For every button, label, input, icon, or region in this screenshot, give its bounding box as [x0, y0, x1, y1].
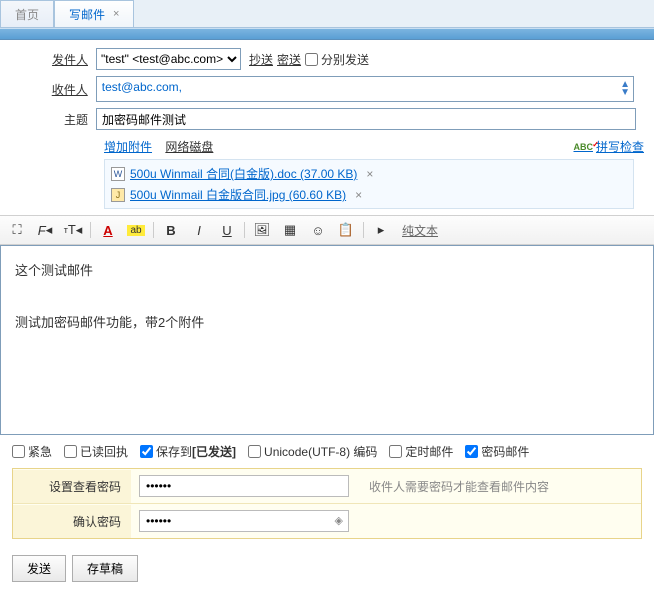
signature-icon[interactable]: 📋 — [335, 220, 357, 240]
encoding-label: Unicode(UTF-8) 编码 — [264, 443, 377, 460]
subject-label: 主题 — [10, 111, 96, 128]
password-mail-checkbox[interactable] — [465, 445, 478, 458]
sender-select[interactable]: "test" <test@abc.com> — [96, 48, 241, 70]
attachment-item: J 500u Winmail 白金版合同.jpg (60.60 KB) × — [111, 184, 627, 205]
recipient-label: 收件人 — [10, 81, 96, 98]
expand-icon[interactable]: ▸ — [370, 220, 392, 240]
confirm-password-label: 确认密码 — [13, 505, 131, 538]
header-bar — [0, 28, 654, 40]
recipient-input[interactable]: test@abc.com, — [96, 76, 634, 102]
table-icon[interactable]: ▦ — [279, 220, 301, 240]
separator — [363, 222, 364, 238]
recipient-down-icon[interactable]: ▼ — [620, 89, 630, 97]
remove-attachment-icon[interactable]: × — [351, 188, 366, 202]
remove-attachment-icon[interactable]: × — [362, 167, 377, 181]
saveto-checkbox[interactable] — [140, 445, 153, 458]
emoji-icon[interactable]: ☺ — [307, 220, 329, 240]
jpg-icon: J — [111, 188, 125, 202]
image-icon[interactable]: 🖼 — [251, 220, 273, 240]
tab-compose[interactable]: 写邮件 × — [54, 0, 134, 27]
font-size-icon[interactable]: тT◂ — [62, 220, 84, 240]
encoding-checkbox[interactable] — [248, 445, 261, 458]
view-password-input[interactable] — [139, 475, 349, 497]
plain-text-link[interactable]: 纯文本 — [402, 222, 438, 239]
send-options: 紧急 已读回执 保存到[已发送] Unicode(UTF-8) 编码 定时邮件 … — [0, 435, 654, 468]
fullscreen-icon[interactable]: ⛶ — [6, 220, 28, 240]
attachment-links: 增加附件 网络磁盘 — [104, 138, 223, 155]
receipt-checkbox[interactable] — [64, 445, 77, 458]
tab-home[interactable]: 首页 — [0, 0, 54, 27]
add-attachment-link[interactable]: 增加附件 — [104, 140, 152, 154]
send-button[interactable]: 发送 — [12, 555, 66, 582]
sender-label: 发件人 — [10, 51, 96, 68]
close-icon[interactable]: × — [113, 8, 119, 20]
scheduled-label: 定时邮件 — [405, 443, 453, 460]
tab-bar: 首页 写邮件 × — [0, 0, 654, 28]
password-mail-label: 密码邮件 — [481, 443, 529, 460]
underline-icon[interactable]: U — [216, 220, 238, 240]
urgent-checkbox[interactable] — [12, 445, 25, 458]
spellcheck-label: 拼写检查 — [596, 138, 644, 155]
body-line: 测试加密码邮件功能，带2个附件 — [15, 310, 639, 336]
font-family-icon[interactable]: F◂ — [34, 220, 56, 240]
doc-icon: W — [111, 167, 125, 181]
attachment-item: W 500u Winmail 合同(白金版).doc (37.00 KB) × — [111, 163, 627, 184]
highlight-icon[interactable]: ab — [125, 220, 147, 240]
attachment-link[interactable]: 500u Winmail 合同(白金版).doc (37.00 KB) — [130, 165, 357, 182]
subject-input[interactable] — [96, 108, 636, 130]
separate-send-checkbox[interactable] — [305, 53, 318, 66]
bold-icon[interactable]: B — [160, 220, 182, 240]
saveto-label: 保存到[已发送] — [156, 443, 236, 460]
editor-toolbar: ⛶ F◂ тT◂ A ab B I U 🖼 ▦ ☺ 📋 ▸ 纯文本 — [0, 215, 654, 245]
spellcheck-icon: ABC — [573, 142, 593, 152]
cc-link[interactable]: 抄送 — [249, 51, 273, 68]
body-line: 这个测试邮件 — [15, 258, 639, 284]
view-password-label: 设置查看密码 — [13, 470, 131, 503]
confirm-password-input[interactable] — [139, 510, 349, 532]
scheduled-checkbox[interactable] — [389, 445, 402, 458]
attachment-link[interactable]: 500u Winmail 白金版合同.jpg (60.60 KB) — [130, 186, 346, 203]
reveal-password-icon[interactable]: ◈ — [335, 514, 343, 527]
urgent-label: 紧急 — [28, 443, 52, 460]
separator — [90, 222, 91, 238]
font-color-icon[interactable]: A — [97, 220, 119, 240]
message-body[interactable]: 这个测试邮件 测试加密码邮件功能，带2个附件 — [0, 245, 654, 435]
action-bar: 发送 存草稿 — [0, 547, 654, 590]
save-draft-button[interactable]: 存草稿 — [72, 555, 138, 582]
receipt-label: 已读回执 — [80, 443, 128, 460]
attachment-list: W 500u Winmail 合同(白金版).doc (37.00 KB) × … — [104, 159, 634, 209]
separator — [244, 222, 245, 238]
compose-form: 发件人 "test" <test@abc.com> 抄送 密送 分别发送 收件人… — [0, 40, 654, 209]
separate-send-label: 分别发送 — [321, 51, 369, 68]
separator — [153, 222, 154, 238]
password-hint: 收件人需要密码才能查看邮件内容 — [357, 470, 641, 503]
spellcheck-link[interactable]: ABC 拼写检查 — [573, 138, 644, 155]
netdisk-link[interactable]: 网络磁盘 — [165, 140, 213, 154]
tab-compose-label: 写邮件 — [69, 6, 105, 23]
italic-icon[interactable]: I — [188, 220, 210, 240]
bcc-link[interactable]: 密送 — [277, 51, 301, 68]
password-panel: 设置查看密码 收件人需要密码才能查看邮件内容 确认密码 ◈ — [12, 468, 642, 539]
tab-home-label: 首页 — [15, 6, 39, 23]
